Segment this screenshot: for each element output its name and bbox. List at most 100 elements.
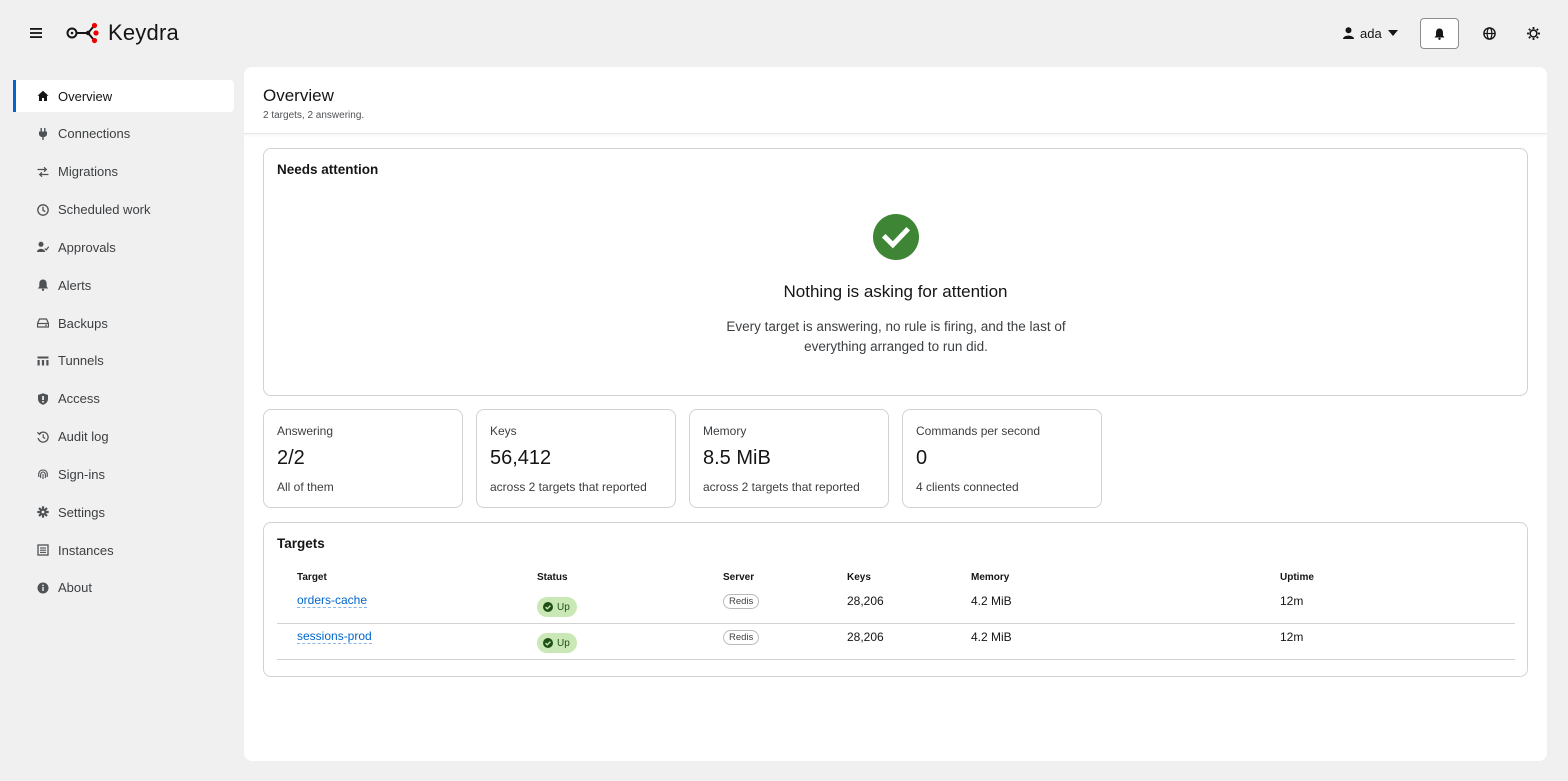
notifications-button[interactable] (1420, 18, 1459, 49)
sidebar-item-label: Alerts (58, 277, 92, 293)
card-title: Needs attention (277, 162, 379, 177)
sidebar-item-label: Backups (58, 315, 108, 331)
stat-card-memory: Memory 8.5 MiB across 2 targets that rep… (689, 409, 889, 508)
stat-label: Memory (703, 424, 747, 438)
check-circle-icon (543, 602, 553, 612)
status-label: Up (557, 601, 570, 613)
column-header-memory[interactable]: Memory (971, 572, 1009, 583)
empty-state-title: Nothing is asking for attention (783, 282, 1008, 301)
sidebar-item-migrations[interactable]: Migrations (13, 156, 234, 188)
theme-button[interactable] (1522, 22, 1544, 44)
brand[interactable]: Keydra (66, 18, 179, 48)
sidebar-item-scheduled-work[interactable]: Scheduled work (13, 194, 234, 226)
stat-footnote: All of them (277, 480, 334, 494)
sidebar-item-label: Sign-ins (58, 466, 105, 482)
memory-value: 4.2 MiB (971, 594, 1012, 608)
column-header-status[interactable]: Status (537, 572, 568, 583)
target-link[interactable]: sessions-prod (297, 629, 372, 644)
stat-value: 8.5 MiB (703, 447, 771, 469)
empty-state-text: Every target is answering, no rule is fi… (726, 319, 1066, 354)
language-button[interactable] (1478, 22, 1500, 44)
targets-card: Targets Target Status Server Keys Memory… (263, 522, 1528, 677)
column-header-keys[interactable]: Keys (847, 572, 871, 583)
tunnel-icon (37, 355, 49, 367)
sun-gear-icon (1526, 26, 1540, 40)
sidebar-item-label: Instances (58, 542, 114, 558)
sidebar-item-label: About (58, 580, 92, 596)
sidebar-item-audit-log[interactable]: Audit log (13, 421, 234, 453)
check-circle-icon (873, 214, 919, 260)
stat-footnote: across 2 targets that reported (490, 480, 647, 494)
user-check-icon (37, 241, 49, 253)
sidebar-nav: Overview Connections Migrations Schedule… (13, 80, 234, 610)
sidebar-item-sign-ins[interactable]: Sign-ins (13, 458, 234, 490)
sidebar-item-label: Settings (58, 504, 105, 520)
target-link[interactable]: orders-cache (297, 593, 368, 608)
server-tag: Redis (723, 594, 760, 609)
stat-footnote: 4 clients connected (916, 480, 1019, 494)
sidebar-item-connections[interactable]: Connections (13, 118, 234, 150)
sidebar-item-about[interactable]: About (13, 572, 234, 604)
sidebar-item-label: Approvals (58, 239, 116, 255)
sidebar-item-approvals[interactable]: Approvals (13, 231, 234, 263)
uptime-value: 12m (1280, 594, 1304, 608)
caret-down-icon (1387, 30, 1398, 36)
stat-label: Answering (277, 424, 334, 438)
sidebar-item-label: Connections (58, 126, 131, 142)
status-badge: Up (537, 633, 577, 653)
column-header-uptime[interactable]: Uptime (1280, 572, 1314, 583)
stat-label: Commands per second (916, 424, 1041, 438)
sidebar-item-label: Scheduled work (58, 202, 151, 218)
page-subtitle: 2 targets, 2 answering. (263, 110, 365, 121)
sidebar-item-label: Tunnels (58, 353, 104, 369)
page-header: Overview 2 targets, 2 answering. (244, 67, 1547, 134)
brand-name: Keydra (108, 20, 179, 45)
stat-card-keys: Keys 56,412 across 2 targets that report… (476, 409, 676, 508)
main-content: Overview 2 targets, 2 answering. Needs a… (244, 67, 1547, 761)
stat-card-answering: Answering 2/2 All of them (263, 409, 463, 508)
memory-value: 4.2 MiB (971, 630, 1012, 644)
bell-icon (37, 279, 49, 292)
page-title: Overview (263, 86, 334, 105)
arrows-icon (37, 166, 49, 178)
hamburger-icon[interactable] (26, 22, 46, 44)
stat-card-commands: Commands per second 0 4 clients connecte… (902, 409, 1102, 508)
column-header-server[interactable]: Server (723, 572, 754, 583)
sidebar-item-settings[interactable]: Settings (13, 496, 234, 528)
drive-icon (37, 317, 49, 329)
sidebar-item-label: Overview (58, 88, 113, 104)
clock-icon (37, 203, 49, 216)
server-tag: Redis (723, 630, 760, 645)
home-icon (37, 90, 49, 102)
sidebar-item-label: Access (58, 391, 100, 407)
stat-value: 0 (916, 447, 928, 469)
user-name: ada (1360, 25, 1382, 41)
user-menu[interactable]: ada (1343, 22, 1398, 44)
shield-icon (37, 393, 49, 405)
bell-icon (1434, 28, 1445, 40)
globe-icon (1482, 26, 1496, 40)
needs-attention-card: Needs attention Nothing is asking for at… (263, 148, 1528, 396)
uptime-value: 12m (1280, 630, 1304, 644)
sidebar-item-backups[interactable]: Backups (13, 307, 234, 339)
masthead: Keydra ada (0, 0, 1568, 67)
column-header-target[interactable]: Target (297, 572, 327, 583)
keydra-logo-icon (66, 22, 99, 44)
keys-value: 28,206 (847, 630, 884, 644)
gear-icon (37, 506, 49, 518)
status-label: Up (557, 637, 570, 649)
sidebar-item-tunnels[interactable]: Tunnels (13, 345, 234, 377)
sidebar-item-label: Audit log (58, 429, 109, 445)
stat-footnote: across 2 targets that reported (703, 480, 860, 494)
sidebar-item-overview[interactable]: Overview (13, 80, 234, 112)
fingerprint-icon (37, 468, 49, 480)
stat-value: 56,412 (490, 447, 552, 469)
sidebar-item-instances[interactable]: Instances (13, 534, 234, 566)
sidebar-item-access[interactable]: Access (13, 383, 234, 415)
status-badge: Up (537, 597, 577, 617)
table-row: sessions-prod Up Redis 28,206 4.2 MiB 12… (277, 624, 1515, 660)
sidebar-item-alerts[interactable]: Alerts (13, 269, 234, 301)
info-icon (37, 582, 49, 594)
keys-value: 28,206 (847, 594, 884, 608)
server-icon (37, 544, 49, 556)
